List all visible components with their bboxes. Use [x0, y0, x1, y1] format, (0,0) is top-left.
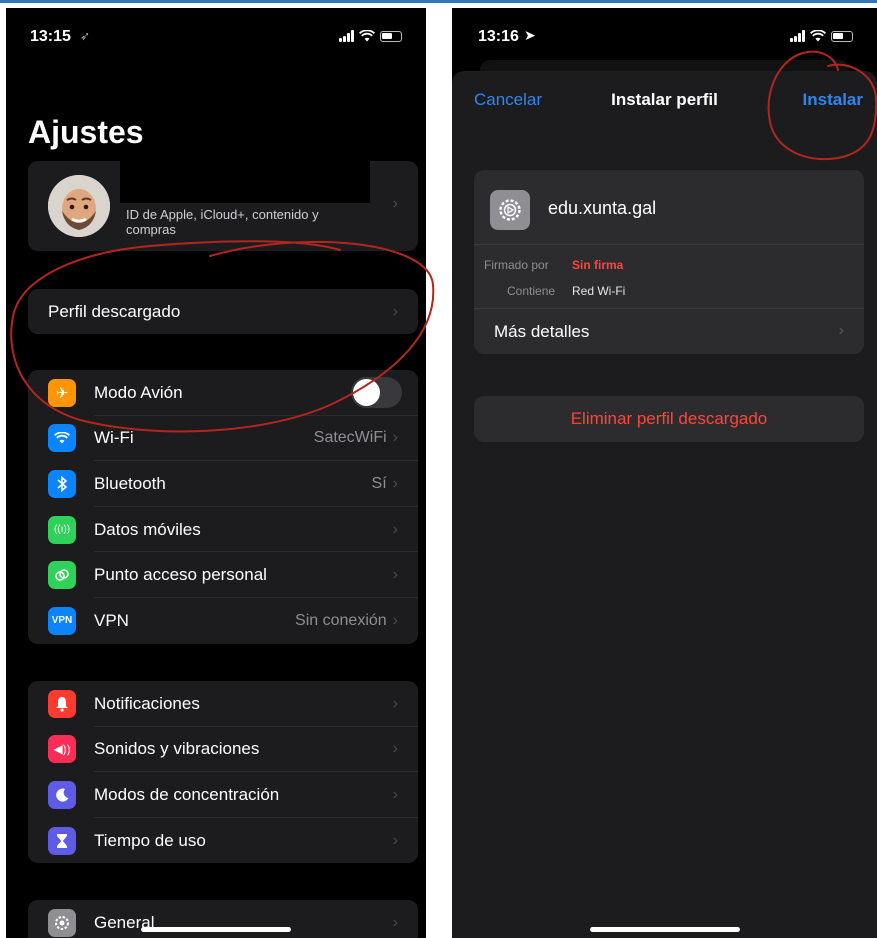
cancel-button[interactable]: Cancelar: [474, 90, 542, 110]
row-bluetooth[interactable]: Bluetooth Sí ›: [28, 461, 418, 507]
home-indicator: [589, 927, 740, 932]
memoji-avatar-icon: [48, 175, 110, 237]
row-value: Sí: [371, 474, 387, 492]
row-general[interactable]: General ›: [28, 900, 418, 938]
chevron-right-icon: ›: [392, 520, 398, 538]
row-label: Datos móviles: [94, 519, 201, 539]
chevron-right-icon: ›: [392, 831, 398, 849]
divider: [474, 244, 864, 245]
row-label: Bluetooth: [94, 473, 166, 493]
airplane-mode-toggle[interactable]: [351, 377, 402, 409]
airplane-icon: ✈: [48, 378, 76, 407]
row-label: Tiempo de uso: [94, 830, 206, 850]
status-time: 13:15: [30, 28, 71, 45]
speaker-icon: ◀)): [48, 735, 76, 764]
chevron-right-icon: ›: [392, 566, 398, 584]
avatar: [48, 175, 110, 237]
battery-icon: [380, 30, 402, 42]
redacted-name: [120, 161, 370, 203]
vpn-icon: VPN: [48, 606, 76, 635]
downloaded-profile-row[interactable]: Perfil descargado ›: [28, 289, 418, 334]
contains-label: Contiene: [507, 284, 556, 298]
row-personal-hotspot[interactable]: Punto acceso personal ›: [28, 552, 418, 598]
install-profile-screen: 13:16 ➤ Instalar perfil Cancelar Instala…: [452, 8, 877, 938]
moon-icon: [48, 780, 76, 809]
chevron-right-icon: ›: [392, 611, 398, 629]
row-label: Notificaciones: [94, 693, 200, 713]
row-value: Sin conexión: [295, 611, 387, 629]
status-time: 13:16: [478, 28, 519, 45]
general-group: General ›: [28, 900, 418, 938]
more-details-link[interactable]: Más detalles: [494, 322, 589, 342]
link-icon: [48, 561, 76, 590]
row-notifications[interactable]: Notificaciones ›: [28, 681, 418, 727]
antenna-icon: ((ı)): [48, 515, 76, 544]
signed-by-value: Sin firma: [572, 258, 624, 272]
chevron-right-icon: ›: [392, 740, 398, 758]
downloaded-profile-label: Perfil descargado: [48, 301, 181, 321]
chevron-right-icon: ›: [392, 474, 398, 492]
settings-screen: 13:15 ➶ Ajustes ID de Apple, iCloud+, co…: [6, 8, 426, 938]
cellular-signal-icon: [339, 30, 354, 42]
apple-id-card[interactable]: ID de Apple, iCloud+, contenido y compra…: [28, 161, 418, 251]
row-label: Modos de concentración: [94, 784, 280, 804]
cellular-signal-icon: [790, 30, 805, 42]
chevron-right-icon: ›: [392, 429, 398, 447]
page-title: Ajustes: [28, 114, 144, 150]
row-sounds[interactable]: ◀)) Sonidos y vibraciones ›: [28, 727, 418, 773]
row-label: Punto acceso personal: [94, 565, 267, 585]
row-label: Sonidos y vibraciones: [94, 739, 260, 759]
profile-card: edu.xunta.gal Firmado por Sin firma Cont…: [474, 170, 864, 354]
divider: [474, 308, 864, 309]
row-mobile-data[interactable]: ((ı)) Datos móviles ›: [28, 507, 418, 553]
wifi-status-icon: [810, 30, 826, 42]
remove-profile-button[interactable]: Eliminar perfil descargado: [474, 396, 864, 442]
hourglass-icon: [48, 826, 76, 855]
chevron-right-icon: ›: [392, 195, 398, 212]
connectivity-group: ✈ Modo Avión Wi-Fi SatecWiFi › Bluetooth…: [28, 370, 418, 644]
row-vpn[interactable]: VPN VPN Sin conexión ›: [28, 598, 418, 644]
notifications-group: Notificaciones › ◀)) Sonidos y vibracion…: [28, 681, 418, 864]
row-airplane-mode[interactable]: ✈ Modo Avión: [28, 370, 418, 416]
profile-name: edu.xunta.gal: [548, 198, 657, 218]
status-icons: [339, 30, 402, 42]
row-label: VPN: [94, 610, 129, 630]
row-value: SatecWiFi: [313, 429, 387, 447]
battery-icon: [831, 30, 853, 42]
wifi-status-icon: [359, 30, 375, 42]
chevron-right-icon: ›: [392, 694, 398, 712]
location-icon: ➶: [80, 29, 91, 43]
top-divider: [0, 0, 877, 3]
status-bar: 13:16 ➤: [452, 8, 877, 68]
settings-gear-icon: [490, 190, 530, 230]
row-label: Modo Avión: [94, 382, 183, 402]
gear-icon: [48, 908, 76, 937]
row-focus[interactable]: Modos de concentración ›: [28, 772, 418, 818]
chevron-right-icon: ›: [392, 785, 398, 803]
status-icons: [790, 30, 853, 42]
bluetooth-icon: [48, 469, 76, 498]
row-wifi[interactable]: Wi-Fi SatecWiFi ›: [28, 416, 418, 462]
signed-by-label: Firmado por: [484, 258, 549, 272]
bell-icon: [48, 689, 76, 718]
wifi-icon: [48, 424, 76, 453]
install-button[interactable]: Instalar: [803, 90, 863, 110]
home-indicator: [141, 927, 291, 932]
contains-value: Red Wi-Fi: [572, 284, 626, 298]
chevron-right-icon: ›: [392, 913, 398, 931]
chevron-right-icon: ›: [838, 322, 844, 339]
row-screen-time[interactable]: Tiempo de uso ›: [28, 818, 418, 864]
location-icon: ➤: [524, 27, 536, 43]
chevron-right-icon: ›: [392, 302, 398, 320]
status-bar: 13:15 ➶: [6, 8, 426, 68]
row-label: Wi-Fi: [94, 428, 134, 448]
apple-id-subtitle: ID de Apple, iCloud+, contenido y compra…: [126, 207, 319, 237]
